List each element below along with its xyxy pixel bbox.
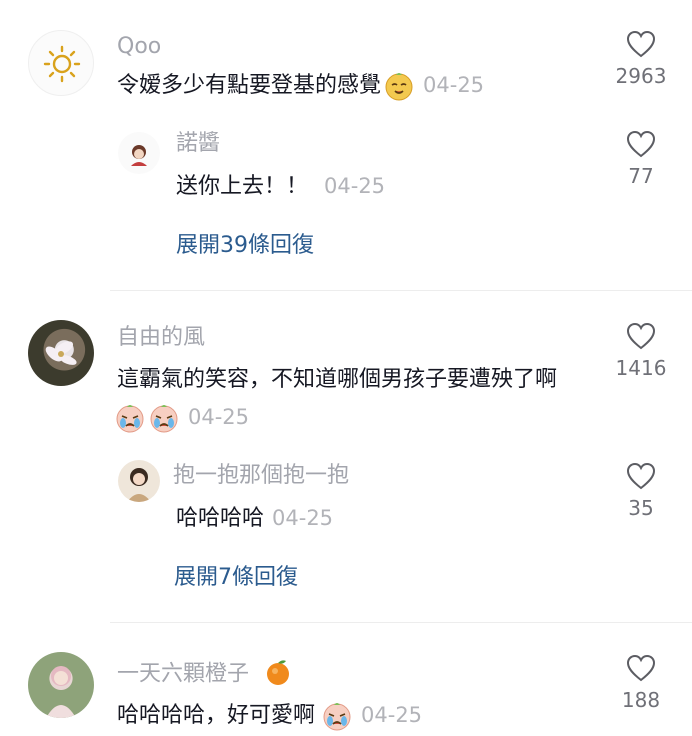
avatar[interactable]	[28, 320, 94, 386]
avatar[interactable]	[28, 652, 94, 718]
crying-face-emoji-icon	[148, 402, 180, 434]
expand-replies-link[interactable]: 展開39條回復	[176, 235, 314, 257]
sun-icon	[43, 45, 81, 83]
comment-username[interactable]: 一天六顆橙子	[117, 658, 292, 691]
comment-text-line2: 04-25	[112, 402, 249, 434]
like-button[interactable]: 1416	[606, 322, 676, 378]
comment-date: 04-25	[188, 405, 250, 429]
comment-text-body: 哈哈哈哈，好可愛啊	[117, 703, 316, 728]
like-count: 35	[628, 496, 654, 520]
avatar[interactable]	[28, 30, 94, 96]
reply-text: 送你上去！！ 04-25	[176, 176, 385, 198]
comment-text: 這霸氣的笑容，不知道哪個男孩子要遭殃了啊	[117, 369, 557, 391]
heart-icon	[626, 462, 656, 490]
expand-replies-link[interactable]: 展開7條回復	[174, 567, 298, 589]
reply-avatar[interactable]	[118, 460, 160, 502]
comment-username[interactable]: 自由的風	[117, 327, 205, 349]
crying-face-emoji-icon	[321, 700, 353, 732]
like-count: 188	[621, 688, 661, 712]
reply-date: 04-25	[324, 174, 386, 198]
like-count: 2963	[615, 64, 667, 88]
heart-icon	[626, 322, 656, 350]
reply-username[interactable]: 抱一抱那個抱一抱	[173, 465, 349, 487]
reply-text-body: 哈哈哈哈	[176, 506, 265, 531]
divider	[110, 622, 692, 623]
comment-date: 04-25	[361, 703, 423, 727]
reply-date: 04-25	[272, 506, 334, 530]
reply-text-body: 送你上去！！	[176, 174, 309, 199]
divider	[110, 290, 692, 291]
comment-text: 哈哈哈哈，好可愛啊 04-25	[117, 700, 422, 732]
heart-icon	[626, 30, 656, 58]
smug-face-emoji-icon	[383, 70, 415, 102]
comment-username-text: 一天六顆橙子	[117, 661, 250, 687]
reply-like-button[interactable]: 35	[606, 462, 676, 518]
reply-like-button[interactable]: 77	[606, 130, 676, 186]
like-button[interactable]: 2963	[606, 30, 676, 86]
girl-photo-icon	[46, 666, 76, 718]
like-button[interactable]: 188	[606, 654, 676, 710]
comment-username[interactable]: Qoo	[117, 36, 161, 58]
reply-avatar[interactable]	[118, 132, 160, 174]
like-count: 1416	[615, 356, 667, 380]
crying-face-emoji-icon	[114, 402, 146, 434]
reply-username[interactable]: 諾醬	[176, 133, 220, 155]
comment-text-body: 這霸氣的笑容，不知道哪個男孩子要遭殃了啊	[117, 367, 558, 392]
comment-text-body: 令嫒多少有點要登基的感覺	[117, 73, 382, 98]
comment-date: 04-25	[423, 73, 485, 97]
girl-photo-icon	[127, 468, 151, 502]
orange-icon	[264, 658, 292, 691]
heart-icon	[626, 130, 656, 158]
flower-photo-icon	[45, 341, 77, 365]
comment-text: 令嫒多少有點要登基的感覺 04-25	[117, 70, 484, 102]
reply-text: 哈哈哈哈 04-25	[176, 508, 333, 530]
heart-icon	[626, 654, 656, 682]
like-count: 77	[628, 164, 654, 188]
cartoon-avatar-icon	[131, 145, 147, 166]
